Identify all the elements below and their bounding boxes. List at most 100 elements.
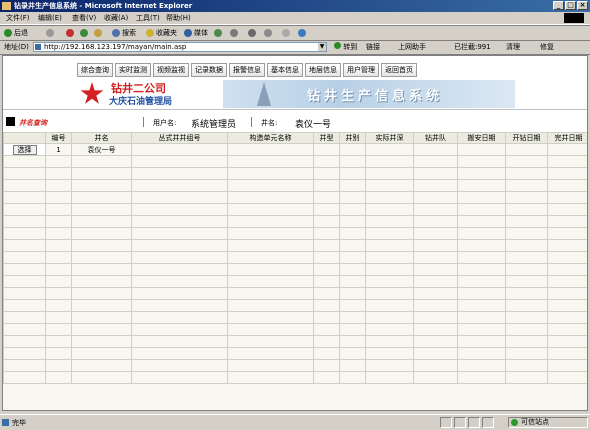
nav-return-home[interactable]: 返回首页: [381, 63, 417, 77]
links-button[interactable]: 链接: [366, 42, 380, 52]
cell-empty: [227, 323, 314, 336]
close-button[interactable]: ×: [577, 1, 588, 10]
column-header[interactable]: 完井日期: [547, 132, 587, 144]
user-value: 系统管理员: [191, 120, 237, 130]
menu-favorites[interactable]: 收藏(A): [104, 12, 128, 24]
security-zone[interactable]: 可信站点: [508, 417, 588, 428]
table-row-empty: [3, 275, 587, 288]
column-header[interactable]: 丛式井井组号: [131, 132, 228, 144]
online-assistant-button[interactable]: 上网助手: [398, 42, 426, 52]
media-button[interactable]: 媒体: [184, 28, 208, 38]
edit-button[interactable]: [264, 28, 272, 38]
cell-empty: [339, 323, 366, 336]
menu-help[interactable]: 帮助(H): [166, 12, 191, 24]
nav-record-data[interactable]: 记录数据: [191, 63, 227, 77]
column-header[interactable]: 搬安日期: [457, 132, 506, 144]
nav-user-management[interactable]: 用户管理: [343, 63, 379, 77]
address-input[interactable]: http://192.168.123.197/mayan/main.asp ▼: [33, 42, 327, 52]
cell-empty: [547, 215, 587, 228]
messenger-icon: [298, 29, 306, 37]
back-button[interactable]: 后退: [4, 28, 28, 38]
menu-tools[interactable]: 工具(T): [136, 12, 160, 24]
column-header[interactable]: 井别: [339, 132, 366, 144]
nav-video-monitor[interactable]: 视频监视: [153, 63, 189, 77]
cell-empty: [547, 347, 587, 360]
cell-empty: [413, 275, 458, 288]
cell-empty: [413, 191, 458, 204]
cell-empty: [131, 191, 228, 204]
cell-empty: [505, 179, 548, 192]
go-button[interactable]: 转到: [334, 42, 357, 52]
blocked-counter[interactable]: 已拦截:991: [454, 42, 491, 52]
column-header[interactable]: 开钻日期: [505, 132, 548, 144]
cell-empty: [365, 251, 414, 264]
cell-empty: [547, 299, 587, 312]
table-row-empty: [3, 167, 587, 180]
search-button[interactable]: 搜索: [112, 28, 136, 38]
history-button[interactable]: [214, 28, 222, 38]
menu-file[interactable]: 文件(F): [6, 12, 30, 24]
column-header[interactable]: 井名: [71, 132, 132, 144]
cell-empty: [227, 335, 314, 348]
cell-empty: [3, 287, 46, 300]
forward-button[interactable]: [46, 28, 54, 38]
favorites-button[interactable]: 收藏夹: [146, 28, 177, 38]
nav-basic-info[interactable]: 基本信息: [267, 63, 303, 77]
menu-edit[interactable]: 编辑(E): [38, 12, 62, 24]
column-header[interactable]: 编号: [45, 132, 72, 144]
cell-empty: [505, 203, 548, 216]
stop-button[interactable]: [66, 28, 74, 38]
repair-button[interactable]: 修复: [540, 42, 554, 52]
cell-empty: [45, 239, 72, 252]
cell-empty: [313, 371, 340, 384]
maximize-button[interactable]: □: [565, 1, 576, 10]
cell-empty: [365, 299, 414, 312]
address-dropdown-icon[interactable]: ▼: [318, 43, 326, 51]
column-header[interactable]: 构造单元名称: [227, 132, 314, 144]
well-table-area: 编号 井名 丛式井井组号 构造单元名称 井型 井别 实际井深 钻井队 搬安日期 …: [3, 132, 587, 410]
cell-empty: [339, 167, 366, 180]
cell-empty: [131, 275, 228, 288]
cell-empty: [313, 143, 340, 156]
minimize-button[interactable]: _: [553, 1, 564, 10]
clean-button[interactable]: 清理: [506, 42, 520, 52]
column-header[interactable]: 实际井深: [365, 132, 414, 144]
cell-empty: [339, 311, 366, 324]
cell-empty: [131, 179, 228, 192]
cell-empty: [339, 359, 366, 372]
select-button[interactable]: 选择: [12, 144, 37, 155]
table-row-empty: [3, 287, 587, 300]
table-row[interactable]: 选择 1 袁仪一号: [3, 143, 587, 156]
column-header[interactable]: 井型: [313, 132, 340, 144]
page-done-icon: [2, 419, 9, 426]
status-bar: 完毕 可信站点: [0, 414, 590, 430]
cell-empty: [45, 167, 72, 180]
query-title: 井名查询: [19, 119, 47, 127]
discuss-button[interactable]: [282, 28, 290, 38]
mail-button[interactable]: [230, 28, 238, 38]
messenger-button[interactable]: [298, 28, 306, 38]
nav-comprehensive-query[interactable]: 综合查询: [77, 63, 113, 77]
cell-empty: [365, 203, 414, 216]
cell-empty: [339, 275, 366, 288]
menu-view[interactable]: 查看(V): [72, 12, 96, 24]
cell-empty: [131, 311, 228, 324]
cell-empty: [3, 275, 46, 288]
refresh-button[interactable]: [80, 28, 88, 38]
cell-empty: [3, 359, 46, 372]
print-button[interactable]: [248, 28, 256, 38]
trusted-site-icon: [511, 419, 518, 426]
cell-empty: [313, 215, 340, 228]
nav-formation-info[interactable]: 地层信息: [305, 63, 341, 77]
cell-empty: [313, 251, 340, 264]
table-row-empty: [3, 239, 587, 252]
cell-empty: [131, 335, 228, 348]
cell-empty: [45, 275, 72, 288]
column-header[interactable]: 钻井队: [413, 132, 458, 144]
home-button[interactable]: [94, 28, 102, 38]
nav-realtime-monitor[interactable]: 实时监测: [115, 63, 151, 77]
cell-empty: [339, 251, 366, 264]
nav-alarm-info[interactable]: 报警信息: [229, 63, 265, 77]
cell-empty: [3, 155, 46, 168]
cell-empty: [365, 275, 414, 288]
